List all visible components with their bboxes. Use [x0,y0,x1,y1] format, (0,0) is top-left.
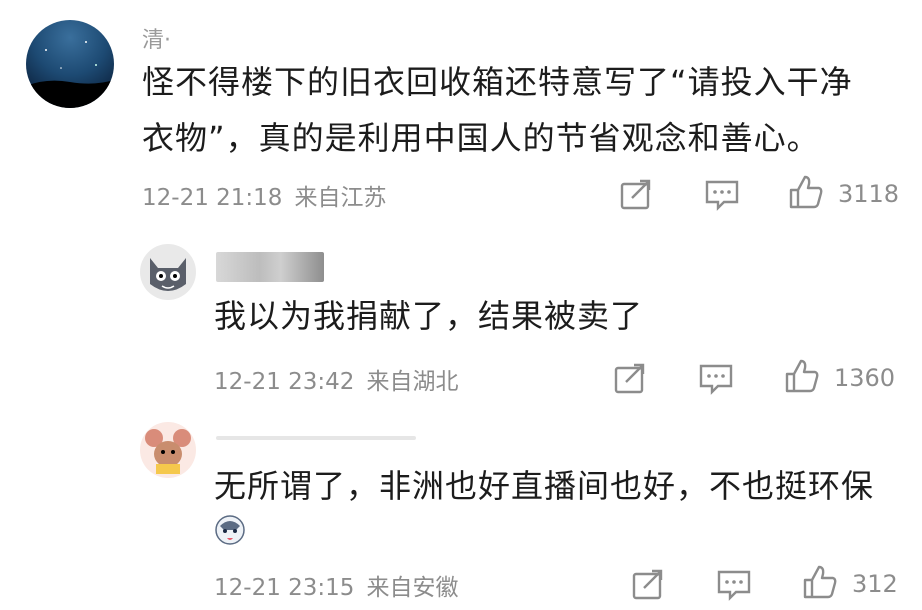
comment-text-line: 怪不得楼下的旧衣回收箱还特意写了“请投入干净 [142,63,853,101]
husky-emoji-icon [214,514,246,546]
cat-avatar-image [150,258,186,291]
location: 来自安徽 [366,575,459,601]
like-count: 3118 [838,180,900,208]
comment-icon[interactable] [698,360,734,396]
comment-item: 无所谓了，非洲也好直播间也好，不也挺环保 12-21 23:15 来自安徽 312 [0,410,922,610]
thumbs-up-icon[interactable] [784,358,820,394]
location: 来自江苏 [294,185,387,211]
comment-text: 怪不得楼下的旧衣回收箱还特意写了“请投入干净 衣物”，真的是利用中国人的节省观念… [142,54,853,166]
comment-text-line: 衣物”，真的是利用中国人的节省观念和善心。 [142,119,820,157]
username-redacted [216,436,416,440]
timestamp: 12-21 21:18 [142,185,283,211]
share-icon[interactable] [612,360,648,396]
share-icon[interactable] [630,566,666,602]
comment-meta: 12-21 21:18 来自江苏 [142,178,386,212]
comment-item: 清· 怪不得楼下的旧衣回收箱还特意写了“请投入干净 衣物”，真的是利用中国人的节… [0,0,922,220]
location: 来自湖北 [366,369,459,395]
comment-text-line: 无所谓了，非洲也好直播间也好，不也挺环保 [214,467,875,505]
comment-meta: 12-21 23:15 来自安徽 [214,568,458,602]
thumbs-up-icon[interactable] [802,564,838,600]
share-icon[interactable] [618,176,654,212]
comment-meta: 12-21 23:42 来自湖北 [214,362,458,396]
comment-text-line: 我以为我捐献了，结果被卖了 [214,297,644,335]
timestamp: 12-21 23:42 [214,369,355,395]
comment-text: 我以为我捐献了，结果被卖了 [214,288,643,344]
avatar[interactable] [26,20,114,108]
mouse-avatar-image [145,429,191,474]
avatar[interactable] [140,244,196,300]
like-count: 1360 [834,364,896,392]
username-redacted [216,252,324,282]
thumbs-up-icon[interactable] [788,174,824,210]
night-sky-avatar-image [26,41,114,108]
timestamp: 12-21 23:15 [214,575,355,601]
comment-item: 我以为我捐献了，结果被卖了 12-21 23:42 来自湖北 1360 [0,220,922,410]
avatar[interactable] [140,422,196,478]
comment-icon[interactable] [716,566,752,602]
like-count: 312 [852,570,898,598]
comment-text: 无所谓了，非洲也好直播间也好，不也挺环保 [214,458,874,514]
comment-icon[interactable] [704,176,740,212]
username[interactable]: 清· [142,22,171,54]
